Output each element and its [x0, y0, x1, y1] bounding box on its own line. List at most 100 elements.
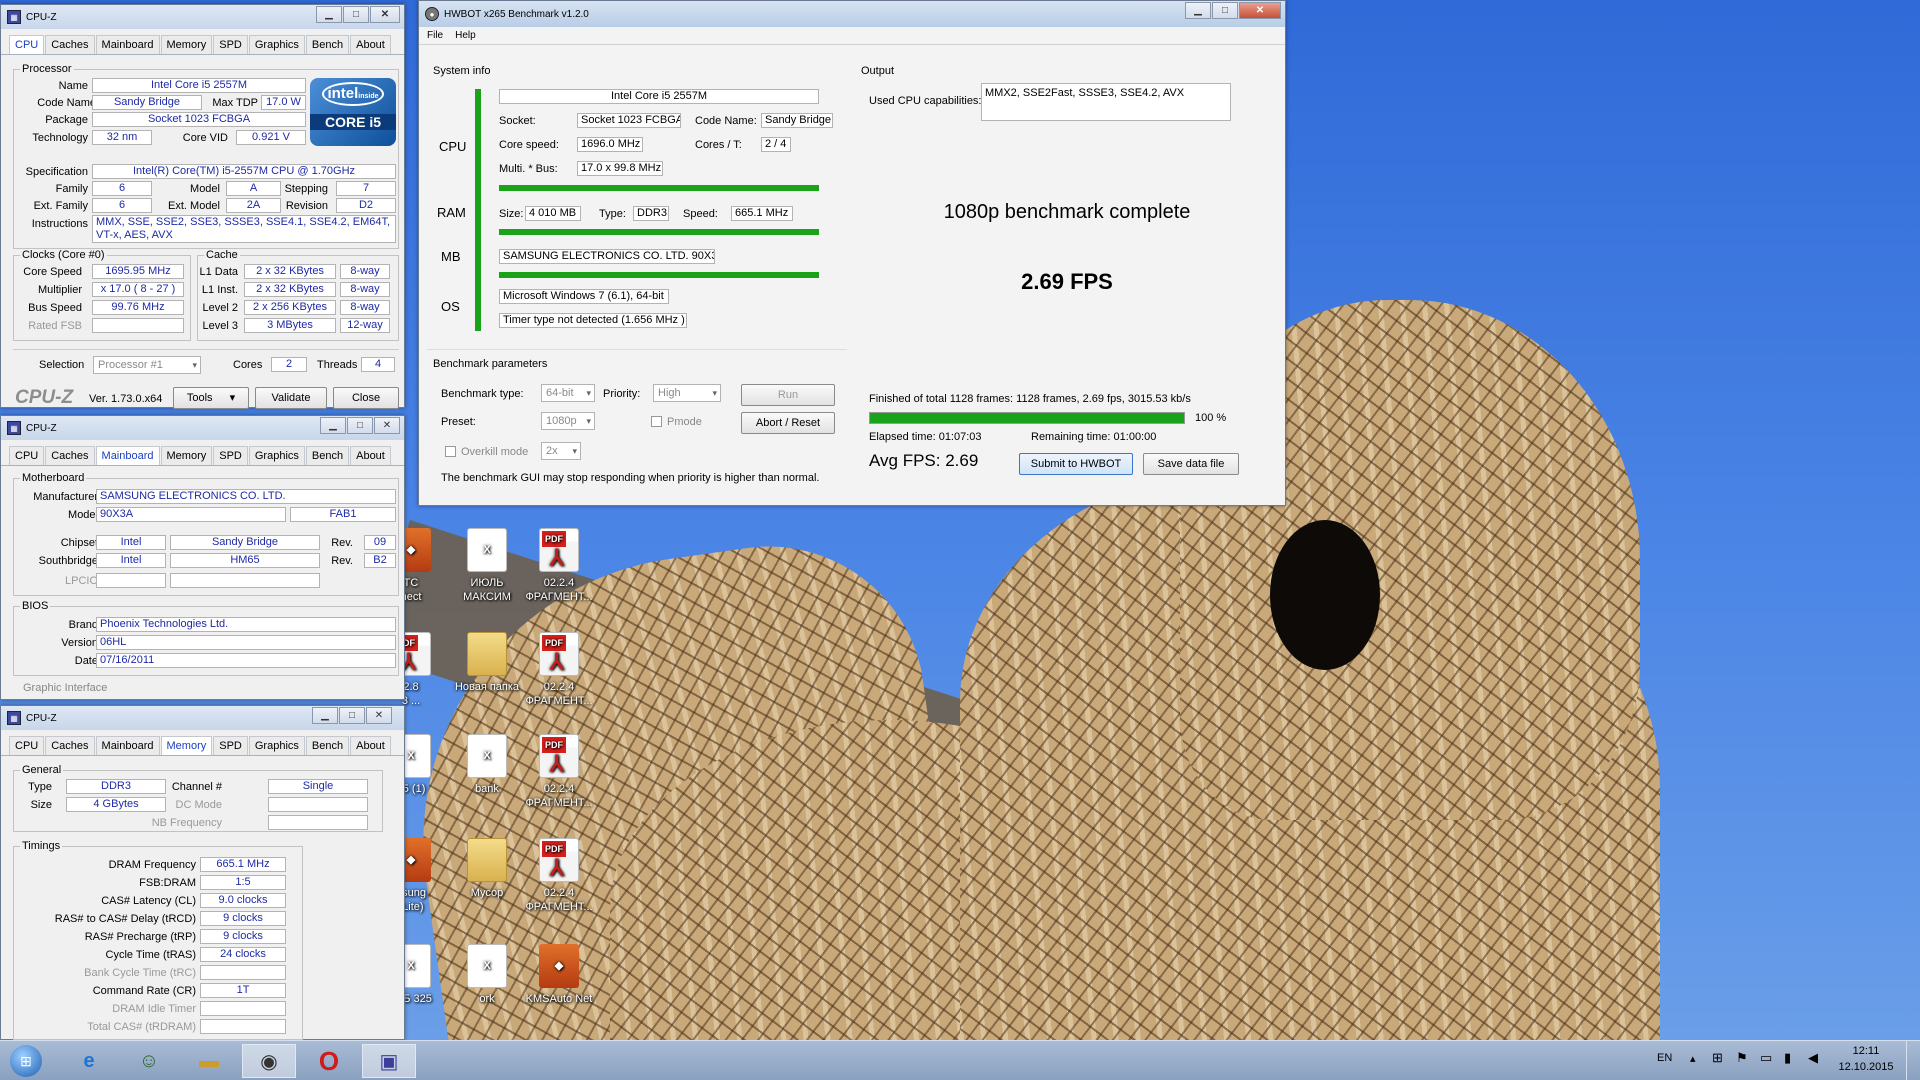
hwbot-window[interactable]: ● HWBOT x265 Benchmark v1.2.0 ▁ □ ✕ File Hel… [418, 0, 1286, 506]
tab-spd[interactable]: SPD [213, 35, 248, 54]
tab-graphics[interactable]: Graphics [248, 35, 305, 54]
language-indicator[interactable]: EN [1657, 1052, 1672, 1064]
tab-bench[interactable]: Bench [305, 35, 350, 54]
sysinfo-panel: System info CPU RAM MB OS Intel Core i5 … [427, 53, 847, 343]
maximize-button[interactable]: □ [343, 6, 369, 23]
clock-date[interactable]: 12.10.2015 [1834, 1061, 1898, 1073]
overkill-checkbox[interactable] [445, 446, 456, 457]
desktop-icon[interactable]: Xbank [448, 734, 526, 796]
desktop-icon[interactable]: Новая папка [448, 632, 526, 694]
tab-mainboard[interactable]: Mainboard [95, 35, 160, 54]
minimize-button[interactable]: ▁ [320, 417, 346, 434]
title-bar[interactable]: ▦ CPU-Z ▁ □ ✕ [1, 5, 404, 29]
run-button[interactable]: Run [741, 384, 835, 406]
desktop-icon[interactable]: ◆ KMSAuto Net [520, 944, 598, 1006]
explorer-taskbar-button[interactable]: ▬ [182, 1044, 236, 1078]
tab-cpu[interactable]: CPU [9, 35, 45, 54]
preset-label: Preset: [441, 416, 476, 428]
title-bar[interactable]: ▦ CPU-Z ▁ □ ✕ [1, 706, 404, 730]
mb-divider [499, 272, 819, 278]
desktop-icon[interactable]: PDF ⅄ 02.2.4 ФРАГМЕНТ... [520, 528, 598, 604]
timing-value: 24 clocks [200, 947, 286, 962]
windows-flag-icon[interactable]: ⊞ [1712, 1050, 1723, 1066]
benchtype-select[interactable]: 64-bit [541, 384, 595, 402]
save-data-button[interactable]: Save data file [1143, 453, 1239, 475]
ie-taskbar-button[interactable]: e [62, 1044, 116, 1078]
tools-label: Tools [186, 392, 213, 404]
group-label: BIOS [20, 600, 51, 612]
priority-select[interactable]: High [653, 384, 721, 402]
model-label: Model [68, 509, 98, 521]
tab-bench[interactable]: Bench [305, 736, 350, 755]
opera-taskbar-button[interactable]: O [302, 1044, 356, 1078]
minimize-button[interactable]: ▁ [316, 6, 342, 23]
tab-cpu[interactable]: CPU [9, 446, 45, 465]
cpuz-mainboard-window[interactable]: ▦ CPU-Z ▁ □ ✕ CPU Caches Mainboard Memory SPD Gr… [0, 415, 405, 700]
desktop-icon[interactable]: X ИЮЛЬ МАКСИМ [448, 528, 526, 604]
cpuz-memory-window[interactable]: ▦ CPU-Z ▁ □ ✕ CPU Caches Mainboard Memory SPD Gr… [0, 705, 405, 1040]
action-center-flag-icon[interactable]: ⚑ [1736, 1050, 1748, 1066]
cpuz-cpu-window[interactable]: ▦ CPU-Z ▁ □ ✕ CPU Caches Mainboard Memory SPD Gr… [0, 4, 405, 409]
tab-graphics[interactable]: Graphics [248, 446, 305, 465]
overkill-select[interactable]: 2x [541, 442, 581, 460]
minimize-button[interactable]: ▁ [312, 707, 338, 724]
mb-value: SAMSUNG ELECTRONICS CO. LTD. 90X3A [499, 249, 715, 264]
desktop-icon[interactable]: PDF ⅄ 02.2.4 ФРАГМЕНТ... [520, 734, 598, 810]
desktop-icon[interactable]: Мусор [448, 838, 526, 900]
abort-reset-button[interactable]: Abort / Reset [741, 412, 835, 434]
tab-spd[interactable]: SPD [213, 446, 248, 465]
tab-caches[interactable]: Caches [45, 35, 95, 54]
desktop-icon[interactable]: PDF ⅄ 02.2.4 ФРАГМЕНТ... [520, 838, 598, 914]
clock-time[interactable]: 12:11 [1834, 1045, 1898, 1057]
network-signal-icon[interactable]: ▮ [1784, 1050, 1791, 1066]
desktop-icon[interactable]: PDF ⅄ 02.2.4 ФРАГМЕНТ... [520, 632, 598, 708]
tab-about[interactable]: About [350, 736, 391, 755]
menu-file[interactable]: File [427, 30, 443, 41]
volume-icon[interactable]: ◀ [1808, 1050, 1818, 1066]
tab-graphics[interactable]: Graphics [248, 736, 305, 755]
maximize-button[interactable]: □ [1212, 2, 1238, 19]
tab-memory[interactable]: Memory [160, 446, 213, 465]
power-icon[interactable]: ▭ [1760, 1050, 1772, 1066]
start-button[interactable]: ⊞ [0, 1044, 52, 1078]
cpuz-taskbar-button[interactable]: ▣ [362, 1044, 416, 1078]
tab-memory[interactable]: Memory [160, 35, 213, 54]
tab-about[interactable]: About [350, 35, 391, 54]
name-value: Intel Core i5 2557M [92, 78, 306, 93]
mb-section-label: MB [441, 249, 461, 264]
group-label: Processor [20, 63, 74, 75]
pmode-checkbox[interactable] [651, 416, 662, 427]
menu-help[interactable]: Help [455, 30, 476, 41]
tab-caches[interactable]: Caches [45, 736, 95, 755]
close-button[interactable]: ✕ [374, 417, 400, 434]
progress-percent: 100 % [1195, 412, 1227, 424]
tab-bench[interactable]: Bench [305, 446, 350, 465]
processor-select[interactable]: Processor #1 [93, 356, 201, 374]
desktop-icon[interactable]: Xork [448, 944, 526, 1006]
close-app-button[interactable]: Close [333, 387, 399, 409]
tray-arrow-icon[interactable]: ▴ [1690, 1052, 1696, 1065]
tab-mainboard[interactable]: Mainboard [95, 736, 160, 755]
minimize-button[interactable]: ▁ [1185, 2, 1211, 19]
close-button[interactable]: ✕ [366, 707, 392, 724]
control-panel-taskbar-button[interactable]: ☺ [122, 1044, 176, 1078]
close-button[interactable]: ✕ [1239, 2, 1281, 19]
validate-button[interactable]: Validate [255, 387, 327, 409]
title-bar[interactable]: ▦ CPU-Z ▁ □ ✕ [1, 416, 404, 440]
tab-caches[interactable]: Caches [45, 446, 95, 465]
tools-button[interactable]: Tools ▾ [173, 387, 249, 409]
title-bar[interactable]: ● HWBOT x265 Benchmark v1.2.0 ▁ □ ✕ [419, 1, 1285, 27]
preset-select[interactable]: 1080p [541, 412, 595, 430]
tab-about[interactable]: About [350, 446, 391, 465]
maximize-button[interactable]: □ [347, 417, 373, 434]
tab-spd[interactable]: SPD [213, 736, 248, 755]
submit-hwbot-button[interactable]: Submit to HWBOT [1019, 453, 1133, 475]
timing-value [200, 1001, 286, 1016]
maximize-button[interactable]: □ [339, 707, 365, 724]
hwbot-taskbar-button[interactable]: ◉ [242, 1044, 296, 1078]
tab-memory[interactable]: Memory [160, 736, 213, 755]
tab-cpu[interactable]: CPU [9, 736, 45, 755]
tab-mainboard[interactable]: Mainboard [95, 446, 160, 465]
close-button[interactable]: ✕ [370, 6, 400, 23]
show-desktop-button[interactable] [1906, 1041, 1920, 1080]
